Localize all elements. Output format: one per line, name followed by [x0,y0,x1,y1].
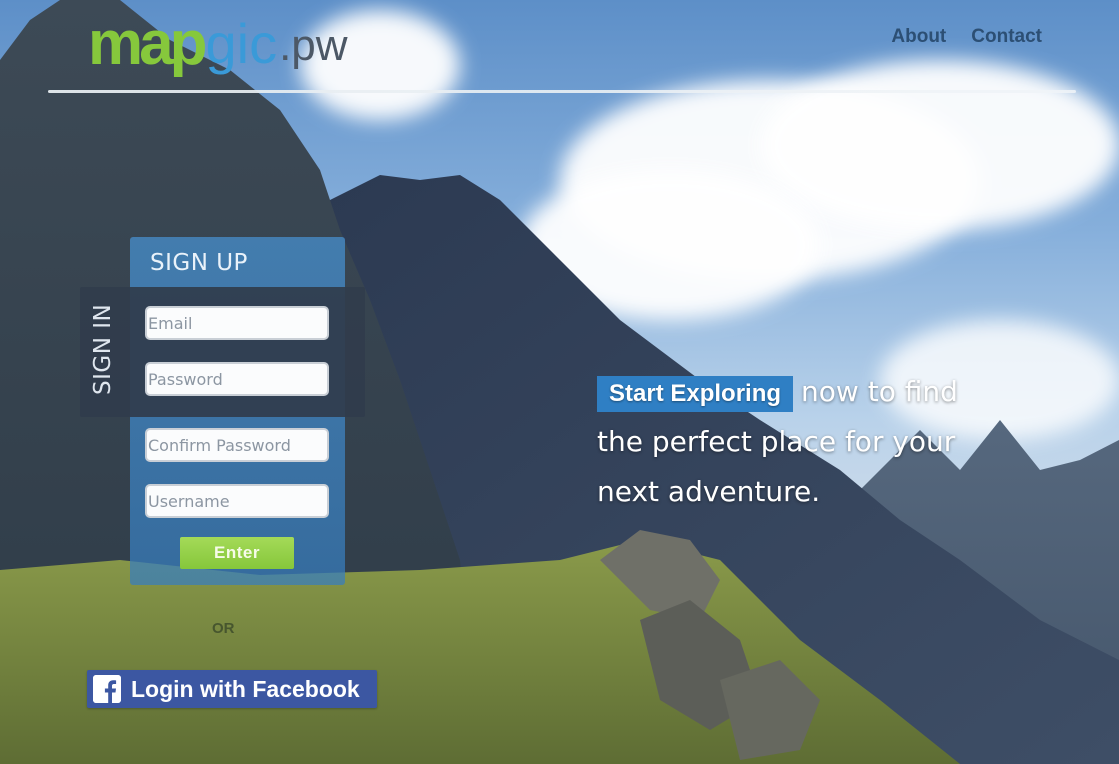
facebook-login-button[interactable]: Login with Facebook [87,670,377,708]
logo-map-text: map [88,9,208,78]
hero-tagline: Start Exploring now to find the perfect p… [597,367,977,517]
start-exploring-button[interactable]: Start Exploring [597,376,794,412]
facebook-login-label: Login with Facebook [131,675,360,702]
confirm-password-field[interactable] [145,428,329,462]
logo-gic-text: gic [205,12,278,75]
signup-tab[interactable]: SIGN UP [150,250,248,276]
header-divider [48,90,1076,93]
enter-button[interactable]: Enter [180,537,294,569]
email-field[interactable] [145,306,329,340]
password-field[interactable] [145,362,329,396]
top-nav: About Contact [891,26,1042,48]
nav-about-link[interactable]: About [891,26,946,48]
facebook-glyph [93,675,121,703]
username-field[interactable] [145,484,329,518]
logo-tld-text: .pw [279,21,348,70]
facebook-icon [93,675,121,703]
signin-tab[interactable]: SIGN IN [90,285,116,395]
nav-contact-link[interactable]: Contact [971,26,1042,48]
site-logo[interactable]: map gic .pw [88,4,348,78]
or-divider-label: OR [212,620,235,637]
